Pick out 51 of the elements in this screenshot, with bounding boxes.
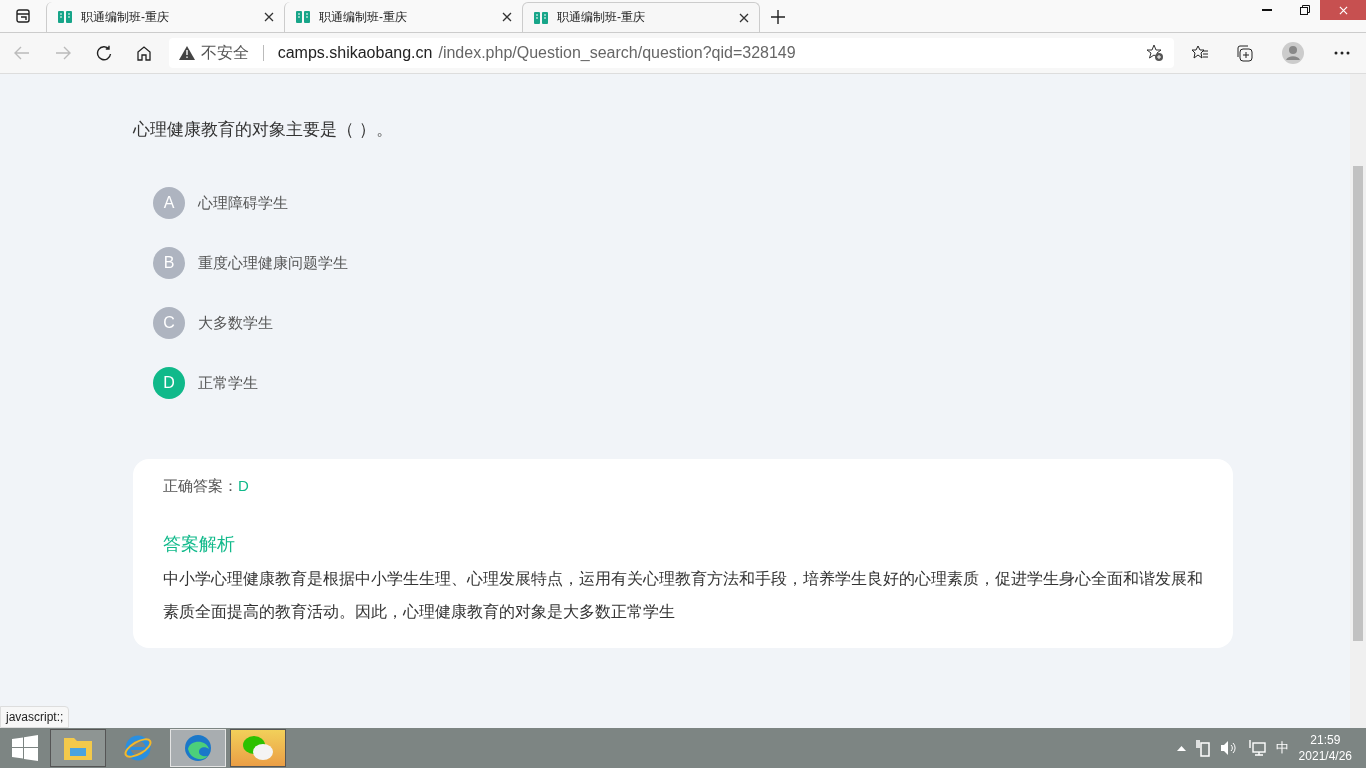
book-icon bbox=[57, 9, 73, 25]
refresh-icon bbox=[95, 45, 112, 61]
address-field[interactable]: 不安全 camps.shikaobang.cn /index.php/Question_search/question?qid=328149 bbox=[168, 38, 1174, 68]
power-icon bbox=[1195, 739, 1210, 757]
taskbar-app[interactable] bbox=[230, 729, 286, 767]
tab-actions-icon bbox=[16, 9, 30, 23]
back-arrow-icon bbox=[14, 46, 31, 60]
network-icon bbox=[1247, 739, 1266, 757]
analysis-text: 中小学心理健康教育是根据中小学生生理、心理发展特点，运用有关心理教育方法和手段，培养学生良好的心理素质，促进学生身心全面和谐发展和素质全面提高的教育活动。因此，心理健康教育的对象是大多数正常学生 bbox=[163, 569, 1203, 622]
security-label: 不安全 bbox=[200, 42, 249, 63]
taskbar-app[interactable] bbox=[50, 729, 106, 767]
correct-answer: 正确答案：D bbox=[163, 477, 250, 496]
clock[interactable]: 21:59 2021/4/26 bbox=[1298, 733, 1352, 763]
chat-bubbles-icon bbox=[241, 734, 275, 762]
volume-icon bbox=[1219, 740, 1238, 756]
close-icon bbox=[739, 12, 749, 23]
add-favorite-icon bbox=[1145, 44, 1164, 62]
tray-arrow-icon bbox=[1176, 745, 1186, 751]
input-method[interactable]: 中 bbox=[1275, 739, 1289, 757]
close-icon bbox=[264, 12, 274, 22]
question-text: 心理健康教育的对象主要是（ ）。 bbox=[133, 119, 394, 141]
scrollbar[interactable] bbox=[1350, 74, 1366, 728]
forward-arrow-icon bbox=[55, 46, 71, 60]
avatar-icon bbox=[1282, 42, 1304, 64]
status-url: javascript:; bbox=[0, 706, 70, 728]
close-icon bbox=[1338, 5, 1348, 15]
book-icon bbox=[533, 9, 549, 26]
collections-icon bbox=[1235, 44, 1254, 62]
analysis-title: 答案解析 bbox=[163, 533, 236, 556]
option-text[interactable]: 正常学生 bbox=[198, 373, 258, 393]
star-list-icon bbox=[1190, 45, 1209, 61]
restore-icon bbox=[1300, 5, 1310, 15]
book-icon bbox=[295, 9, 311, 25]
windows-icon bbox=[12, 735, 38, 761]
tab-title: 职通编制班-重庆 bbox=[319, 8, 408, 26]
url-host: camps.shikaobang.cn bbox=[277, 44, 433, 62]
home-icon bbox=[136, 45, 153, 61]
browser-tab[interactable]: 职通编制班-重庆 bbox=[522, 2, 760, 32]
browser-wave-icon bbox=[183, 733, 213, 763]
url-path: /index.php/Question_search/question?qid=328149 bbox=[438, 44, 796, 62]
option-text[interactable]: 大多数学生 bbox=[198, 313, 273, 333]
tab-title: 职通编制班-重庆 bbox=[557, 9, 646, 26]
browser-e-icon bbox=[123, 733, 153, 763]
option-text[interactable]: 重度心理健康问题学生 bbox=[198, 253, 348, 273]
minimize-icon bbox=[1262, 9, 1272, 11]
option-text[interactable]: 心理障碍学生 bbox=[198, 193, 288, 213]
more-icon bbox=[1333, 51, 1350, 55]
tab-title: 职通编制班-重庆 bbox=[81, 8, 170, 26]
close-icon bbox=[502, 12, 512, 22]
warning-icon bbox=[178, 46, 195, 60]
plus-icon bbox=[771, 10, 785, 24]
